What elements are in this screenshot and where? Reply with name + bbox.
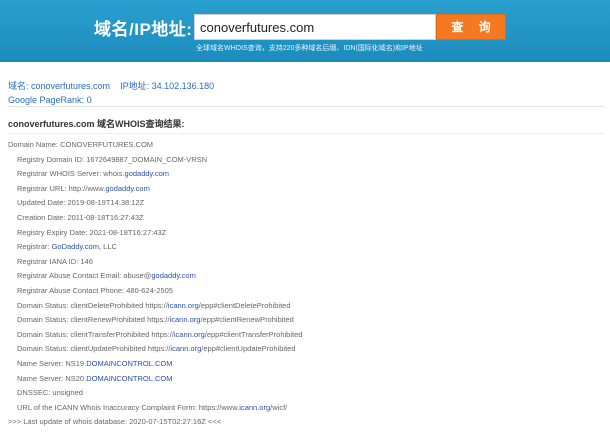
whois-text: Registrar Abuse Contact Phone: 480-624-2…: [17, 285, 173, 295]
whois-text: Name Server: NS20.: [17, 373, 87, 383]
whois-text: /epp#clientDeleteProhibited: [198, 300, 291, 310]
whois-text: Registrar IANA ID: 146: [17, 256, 93, 266]
whois-line: Updated Date: 2019-08-19T14:38:12Z: [8, 196, 606, 211]
whois-text: /wicf/: [270, 402, 288, 412]
whois-link[interactable]: GoDaddy.com: [52, 242, 99, 251]
whois-line: Name Server: NS19.DOMAINCONTROL.COM: [8, 357, 606, 372]
summary-domain-ip-row: 域名: conoverfutures.com IP地址: 34.102.136.1…: [8, 79, 214, 93]
whois-line: Registrar URL: http://www.godaddy.com: [8, 182, 606, 197]
whois-link[interactable]: godaddy.com: [105, 184, 149, 193]
whois-text: Domain Status: clientDeleteProhibited ht…: [17, 300, 168, 310]
whois-line: Domain Name: CONOVERFUTURES.COM: [8, 138, 606, 153]
whois-line: Registry Expiry Date: 2021-08-18T16:27:4…: [8, 226, 606, 241]
whois-link[interactable]: godaddy.com: [125, 169, 169, 178]
ip-prefix: IP地址:: [120, 81, 152, 91]
whois-link[interactable]: icann.org: [170, 344, 201, 353]
summary-ip-link[interactable]: 34.102.136.180: [152, 81, 215, 91]
whois-line: Domain Status: clientDeleteProhibited ht…: [8, 299, 606, 314]
whois-line: DNSSEC: unsigned: [8, 386, 606, 401]
query-button[interactable]: 查 询: [436, 14, 506, 40]
whois-line: Registrar IANA ID: 146: [8, 255, 606, 270]
whois-text: Registry Domain ID: 1672649887_DOMAIN_CO…: [17, 154, 208, 164]
whois-text: Updated Date: 2019-08-19T14:38:12Z: [17, 198, 145, 208]
whois-result-title: conoverfutures.com 域名WHOIS查询结果:: [8, 119, 185, 129]
whois-text: Domain Status: clientUpdateProhibited ht…: [17, 344, 171, 354]
whois-text: Creation Date: 2011-08-18T16:27:43Z: [17, 212, 144, 222]
domain-search-input[interactable]: [194, 14, 436, 40]
whois-link[interactable]: icann.org: [174, 330, 205, 339]
whois-line: Registrar Abuse Contact Email: abuse@god…: [8, 269, 606, 284]
whois-line: Creation Date: 2011-08-18T16:27:43Z: [8, 211, 606, 226]
whois-line: Name Server: NS20.DOMAINCONTROL.COM: [8, 372, 606, 387]
whois-text: DNSSEC: unsigned: [17, 388, 83, 398]
whois-link[interactable]: DOMAINCONTROL.COM: [86, 359, 172, 368]
summary-pagerank-row: Google PageRank: 0: [8, 93, 214, 107]
search-tip: 全球域名WHOIS查询，支持220多种域名后缀、IDN(国际化域名)和IP地址: [196, 45, 423, 52]
whois-text: Registrar URL: http://www.: [17, 183, 106, 193]
whois-text: /epp#clientTransferProhibited: [204, 329, 303, 339]
whois-line: Registry Domain ID: 1672649887_DOMAIN_CO…: [8, 153, 606, 168]
whois-link[interactable]: icann.org: [170, 315, 201, 324]
whois-text: /epp#clientRenewProhibited: [200, 315, 294, 325]
whois-text: URL of the ICANN Whois Inaccuracy Compla…: [17, 402, 240, 412]
whois-text: >>> Last update of whois database: 2020-…: [8, 417, 222, 427]
whois-link[interactable]: icann.org: [239, 403, 270, 412]
search-label: 域名/IP地址:: [94, 20, 193, 39]
divider: [8, 133, 604, 134]
whois-text: Domain Status: clientRenewProhibited htt…: [17, 315, 170, 325]
search-banner: 域名/IP地址: 查 询 全球域名WHOIS查询，支持220多种域名后缀、IDN…: [0, 0, 610, 62]
whois-text: Domain Status: clientTransferProhibited …: [17, 329, 174, 339]
whois-text: Registry Expiry Date: 2021-08-18T16:27:4…: [17, 227, 167, 237]
whois-link[interactable]: DOMAINCONTROL.COM: [86, 374, 172, 383]
whois-line: Domain Status: clientUpdateProhibited ht…: [8, 342, 606, 357]
whois-text: /epp#clientUpdateProhibited: [201, 344, 296, 354]
whois-text: Registrar:: [17, 242, 52, 252]
divider: [8, 106, 604, 107]
whois-record: Domain Name: CONOVERFUTURES.COM Registry …: [8, 138, 606, 430]
summary-domain-link[interactable]: conoverfutures.com: [31, 81, 110, 91]
domain-summary: 域名: conoverfutures.com IP地址: 34.102.136.1…: [8, 79, 214, 107]
whois-text: , LLC: [98, 242, 117, 252]
whois-line: Domain Status: clientTransferProhibited …: [8, 328, 606, 343]
whois-line: Domain Status: clientRenewProhibited htt…: [8, 313, 606, 328]
pagerank-value: 0: [86, 95, 92, 105]
whois-link[interactable]: godaddy.com: [151, 271, 195, 280]
whois-line: Registrar: GoDaddy.com, LLC: [8, 240, 606, 255]
whois-line: >>> Last update of whois database: 2020-…: [8, 415, 606, 430]
whois-link[interactable]: icann.org: [168, 301, 199, 310]
whois-line: URL of the ICANN Whois Inaccuracy Compla…: [8, 401, 606, 416]
whois-text: Name Server: NS19.: [17, 358, 87, 368]
whois-line: Registrar WHOIS Server: whois.godaddy.co…: [8, 167, 606, 182]
whois-line: Registrar Abuse Contact Phone: 480-624-2…: [8, 284, 606, 299]
pagerank-prefix: Google PageRank:: [8, 95, 87, 105]
whois-text: Domain Name: CONOVERFUTURES.COM: [8, 140, 154, 149]
whois-text: Registrar WHOIS Server: whois.: [17, 169, 125, 179]
domain-prefix: 域名:: [8, 81, 32, 91]
whois-text: Registrar Abuse Contact Email: abuse@: [17, 271, 152, 281]
